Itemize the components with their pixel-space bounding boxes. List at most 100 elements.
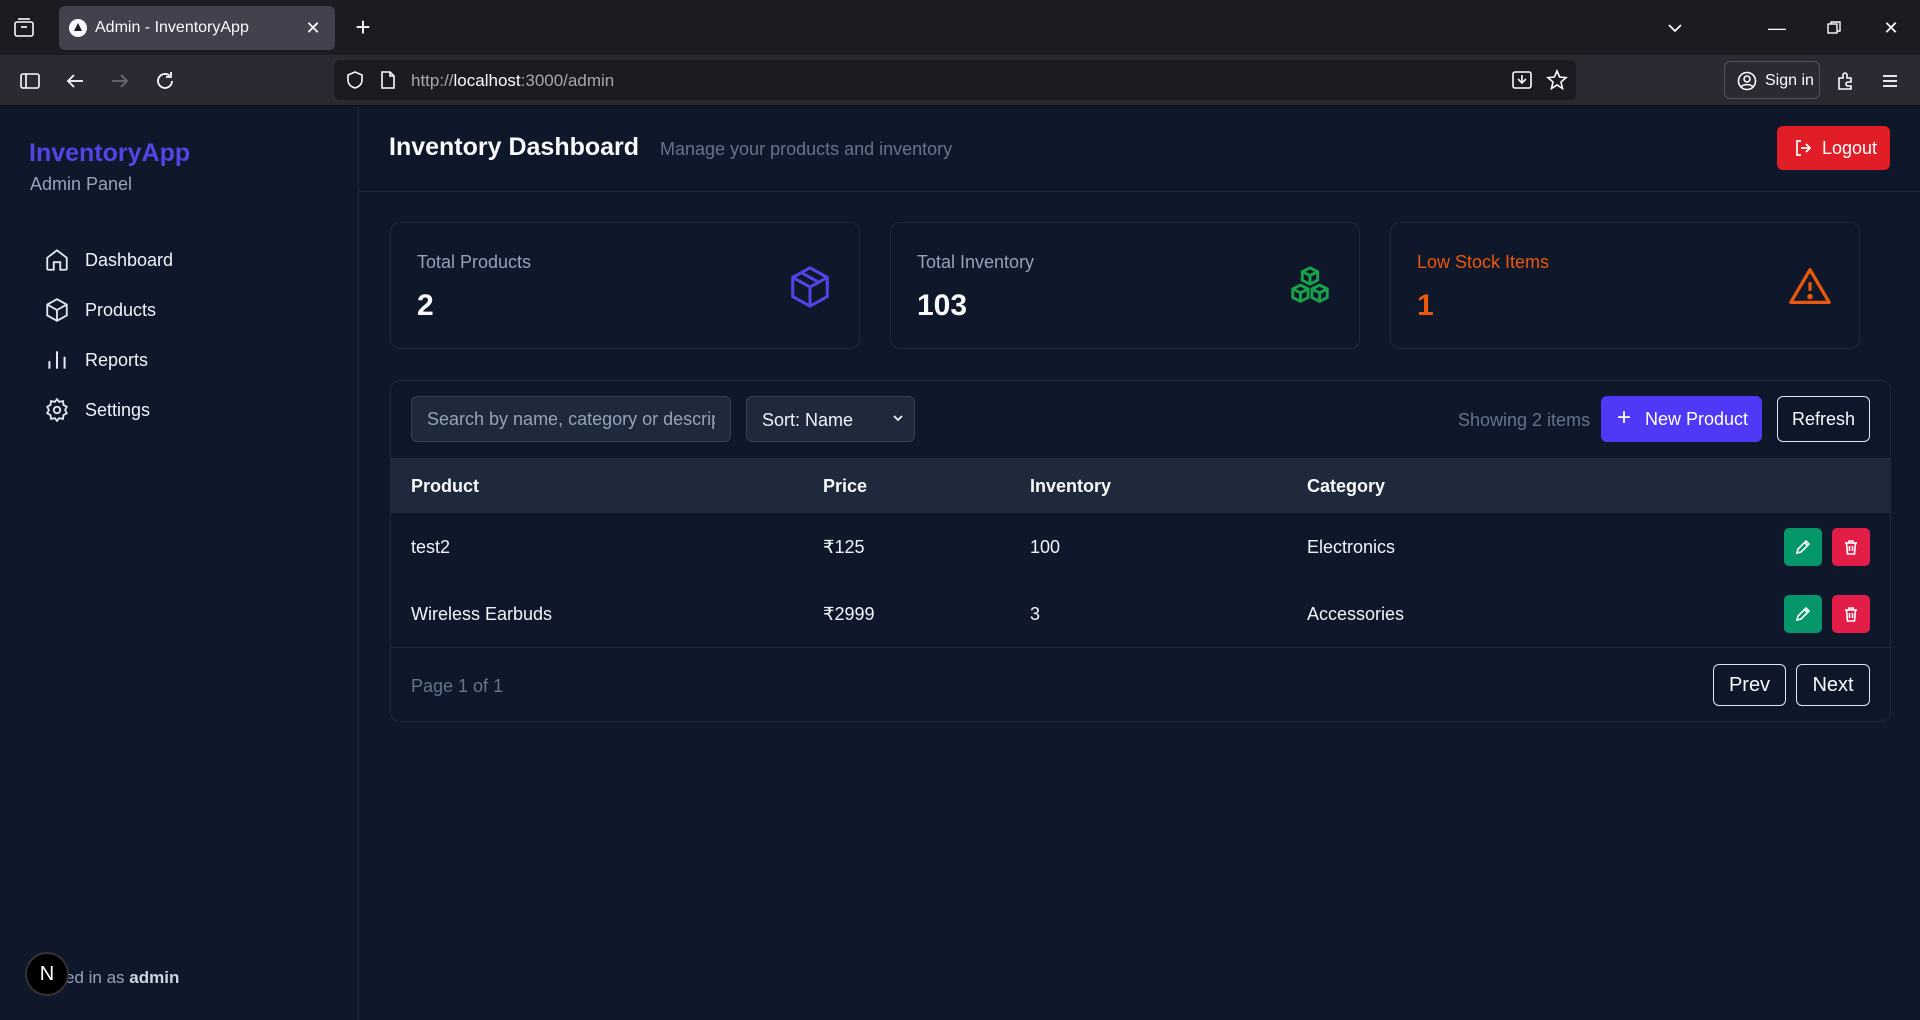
reload-icon[interactable] xyxy=(151,67,179,95)
products-panel: Sort: Name Showing 2 items + New Product… xyxy=(390,380,1891,722)
trash-icon xyxy=(1845,607,1857,622)
signin-label: Sign in xyxy=(1765,72,1814,89)
sidebar-item-label: Settings xyxy=(85,400,151,420)
download-icon[interactable] xyxy=(1511,70,1533,95)
sidebar-item-label: Products xyxy=(85,300,157,320)
favicon-icon xyxy=(69,19,87,37)
showing-count: Showing 2 items xyxy=(1458,410,1591,430)
logout-icon xyxy=(1796,140,1812,156)
boxes-icon xyxy=(1287,264,1333,310)
tab-list-icon[interactable] xyxy=(12,16,36,40)
sidebar-item-products[interactable]: Products xyxy=(44,289,334,329)
page-header: Inventory Dashboard Manage your products… xyxy=(359,106,1920,192)
browser-tab[interactable]: Admin - InventoryApp ✕ xyxy=(59,6,335,50)
edit-button[interactable] xyxy=(1784,595,1822,633)
cell-price: ₹2999 xyxy=(823,604,875,624)
sidebar-item-settings[interactable]: Settings xyxy=(44,389,334,429)
cell-category: Accessories xyxy=(1307,604,1405,624)
sidebar-item-reports[interactable]: Reports xyxy=(44,339,334,379)
new-tab-icon[interactable]: + xyxy=(350,14,376,40)
brand-subtitle: Admin Panel xyxy=(30,174,133,194)
next-button[interactable]: Next xyxy=(1796,664,1870,706)
table-row: Wireless Earbuds ₹2999 3 Accessories xyxy=(391,580,1890,647)
forward-icon[interactable] xyxy=(106,67,134,95)
tab-title: Admin - InventoryApp xyxy=(95,19,249,36)
search-input[interactable] xyxy=(411,396,731,442)
next-dev-badge[interactable]: N xyxy=(25,952,69,996)
bar-chart-icon xyxy=(44,347,70,373)
back-icon[interactable] xyxy=(61,67,89,95)
extensions-icon[interactable] xyxy=(1832,67,1860,95)
cell-product: test2 xyxy=(411,537,451,557)
account-icon xyxy=(1737,71,1757,96)
new-product-button[interactable]: + New Product xyxy=(1601,396,1762,442)
signin-button[interactable]: Sign in xyxy=(1724,61,1820,99)
stat-value: 2 xyxy=(417,289,434,322)
stat-label: Low Stock Items xyxy=(1417,252,1550,272)
refresh-button[interactable]: Refresh xyxy=(1777,396,1870,442)
sort-label: Sort: Name xyxy=(762,410,854,430)
table-divider xyxy=(391,647,1890,648)
browser-tabbar: Admin - InventoryApp ✕ + — ✕ xyxy=(0,0,1920,55)
url-bar[interactable]: http://localhost:3000/admin xyxy=(334,60,1576,100)
signed-in-user: admin xyxy=(129,968,180,987)
stat-card-low-stock: Low Stock Items 1 xyxy=(1390,222,1860,349)
gear-icon xyxy=(44,397,70,423)
browser-navbar: http://localhost:3000/admin Sign in xyxy=(0,55,1920,106)
trash-icon xyxy=(1845,540,1857,555)
close-window-icon[interactable]: ✕ xyxy=(1875,12,1907,44)
pencil-icon xyxy=(1795,606,1811,622)
restore-icon[interactable] xyxy=(1818,12,1850,44)
signed-in-prefix: ed in as xyxy=(65,968,125,987)
stat-label: Total Products xyxy=(417,252,532,272)
new-product-label: New Product xyxy=(1645,409,1749,429)
logout-label: Logout xyxy=(1822,138,1878,158)
pencil-icon xyxy=(1795,539,1811,555)
sidebar-toggle-icon[interactable] xyxy=(16,67,44,95)
shield-icon[interactable] xyxy=(345,70,365,95)
stat-value: 1 xyxy=(1417,289,1434,322)
column-header-category: Category xyxy=(1307,476,1386,496)
cell-inventory: 100 xyxy=(1030,537,1061,557)
box-icon xyxy=(44,297,70,323)
prev-button[interactable]: Prev xyxy=(1713,664,1786,706)
delete-button[interactable] xyxy=(1832,528,1870,566)
brand-title[interactable]: InventoryApp xyxy=(29,139,190,168)
tab-overflow-chevron-icon[interactable] xyxy=(1659,12,1691,44)
plus-icon: + xyxy=(1617,404,1632,431)
signed-in-text: ed in as admin xyxy=(65,968,179,988)
column-header-inventory: Inventory xyxy=(1030,476,1112,496)
chevron-down-icon xyxy=(892,411,904,427)
sidebar-item-label: Reports xyxy=(85,350,149,370)
box-icon xyxy=(787,264,833,310)
table-row: test2 ₹125 100 Electronics xyxy=(391,513,1890,580)
menu-icon[interactable] xyxy=(1876,67,1904,95)
url-host: localhost xyxy=(453,71,521,90)
column-header-price: Price xyxy=(823,476,868,496)
close-tab-icon[interactable]: ✕ xyxy=(301,16,325,40)
bookmark-star-icon[interactable] xyxy=(1546,68,1568,96)
sidebar: InventoryApp Admin Panel Dashboard Produ… xyxy=(0,106,359,1020)
page-title: Inventory Dashboard xyxy=(389,133,640,161)
stat-value: 103 xyxy=(917,289,968,322)
edit-button[interactable] xyxy=(1784,528,1822,566)
home-icon xyxy=(44,247,70,273)
delete-button[interactable] xyxy=(1832,595,1870,633)
page-info-icon[interactable] xyxy=(379,70,397,95)
url-text[interactable]: http://localhost:3000/admin xyxy=(411,71,614,91)
cell-price: ₹125 xyxy=(823,537,865,557)
cell-product: Wireless Earbuds xyxy=(411,604,553,624)
sidebar-item-dashboard[interactable]: Dashboard xyxy=(44,239,334,279)
url-prefix: http:// xyxy=(411,71,454,90)
stat-card-total-products: Total Products 2 xyxy=(390,222,860,349)
warning-icon xyxy=(1787,264,1833,310)
stat-label: Total Inventory xyxy=(917,252,1035,272)
stat-card-total-inventory: Total Inventory 103 xyxy=(890,222,1360,349)
sidebar-item-label: Dashboard xyxy=(85,250,174,270)
sort-select[interactable]: Sort: Name xyxy=(746,396,915,442)
cell-inventory: 3 xyxy=(1030,604,1041,624)
page-subtitle: Manage your products and inventory xyxy=(660,139,953,159)
logout-button[interactable]: Logout xyxy=(1777,126,1890,170)
minimize-icon[interactable]: — xyxy=(1761,12,1793,44)
table-header: Product Price Inventory Category xyxy=(391,458,1890,513)
